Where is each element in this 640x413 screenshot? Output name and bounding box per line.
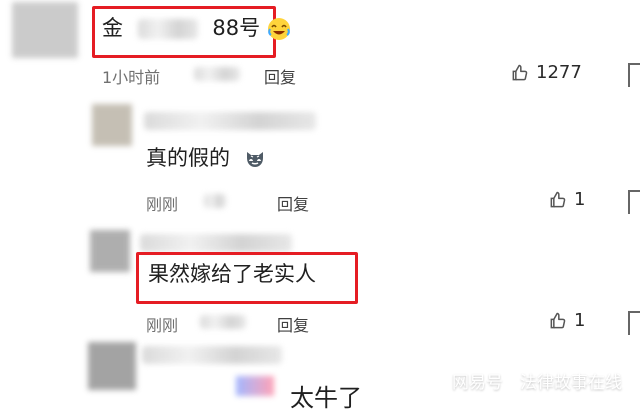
comment-time: 刚刚 <box>146 195 179 214</box>
reply-button[interactable]: 回复 <box>277 312 309 336</box>
wolf-face-icon <box>246 152 263 167</box>
right-edge-cut-icon <box>628 190 640 214</box>
blurred-name <box>204 194 226 208</box>
thumbs-up-icon <box>512 64 528 80</box>
blurred-name <box>200 315 246 329</box>
comment-time: 刚刚 <box>146 316 179 335</box>
thumbs-up-icon <box>550 191 566 207</box>
right-edge-cut-icon <box>628 63 640 87</box>
right-edge-cut-icon <box>628 311 640 335</box>
comment-text-1: 金 88号 <box>102 16 291 41</box>
like-count: 1277 <box>536 62 582 83</box>
like-count: 1 <box>574 189 586 210</box>
watermark: 网易号 法律故事在线 <box>452 368 622 393</box>
laughing-cry-icon <box>267 18 290 40</box>
like-count: 1 <box>574 310 586 331</box>
colored-emoji-blur <box>236 376 274 396</box>
like-button[interactable]: 1 <box>548 310 585 331</box>
watermark-divider <box>511 371 512 390</box>
comment-text: 真的假的 <box>146 146 230 170</box>
reply-button[interactable]: 回复 <box>277 191 309 215</box>
avatar[interactable] <box>90 230 130 272</box>
comment-text-2: 真的假的 <box>146 146 267 171</box>
avatar[interactable] <box>12 2 78 58</box>
thumbs-up-icon <box>550 312 566 328</box>
avatar[interactable] <box>92 104 132 146</box>
comment-time: 1小时前 <box>102 68 161 87</box>
watermark-right: 法律故事在线 <box>520 373 622 393</box>
like-button[interactable]: 1 <box>548 189 585 210</box>
blurred-name <box>194 67 240 81</box>
blurred-name <box>144 112 316 130</box>
blurred-text <box>137 19 198 39</box>
comment-text-3: 果然嫁给了老实人 <box>148 262 316 286</box>
comment-text-prefix: 金 <box>102 16 123 40</box>
comment-text-suffix: 88号 <box>212 16 261 40</box>
blurred-name <box>140 234 292 252</box>
reply-button[interactable]: 回复 <box>264 64 296 88</box>
avatar[interactable] <box>88 342 136 390</box>
like-button[interactable]: 1277 <box>510 62 582 83</box>
comment-text-4: 太牛了 <box>290 384 362 412</box>
watermark-left: 网易号 <box>452 373 503 393</box>
blurred-name <box>142 346 282 364</box>
